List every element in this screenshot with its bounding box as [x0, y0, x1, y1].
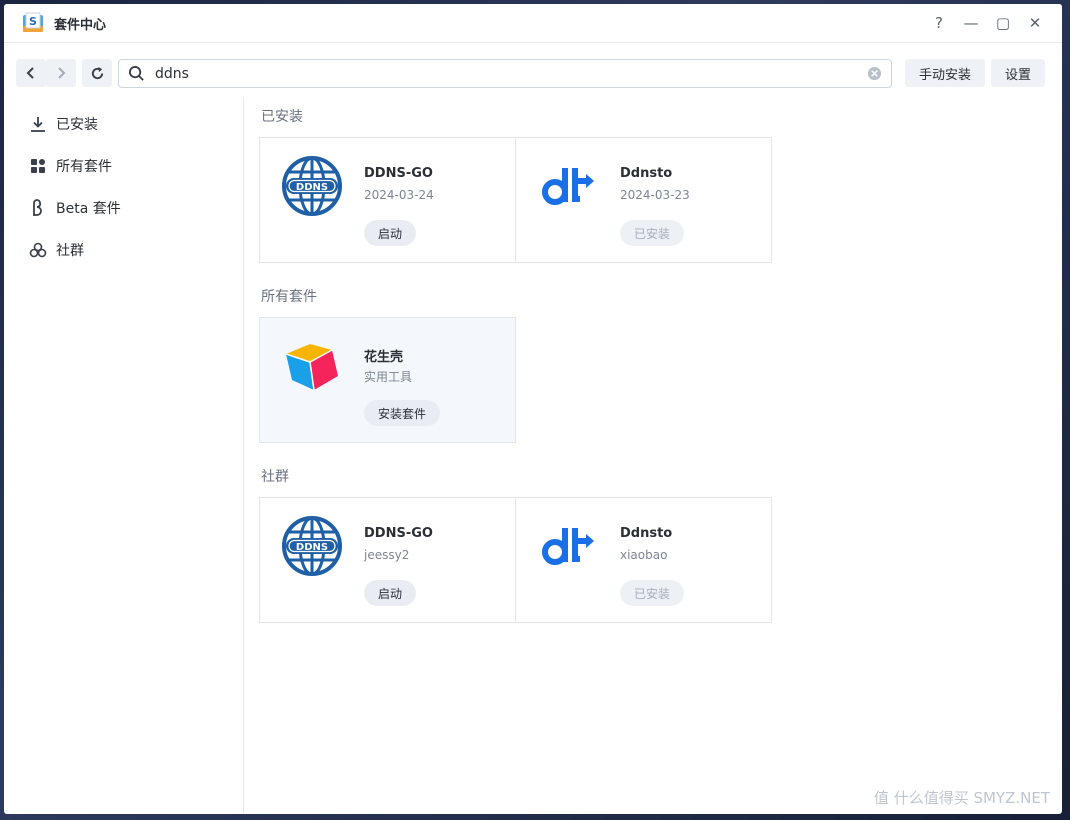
section-title-all-packages: 所有套件	[261, 289, 317, 305]
settings-button[interactable]: 设置	[991, 59, 1045, 87]
cube-logo	[280, 334, 344, 398]
search-icon	[128, 65, 144, 81]
grid-icon	[28, 156, 48, 176]
section-title-installed: 已安装	[261, 109, 303, 125]
refresh-button[interactable]	[82, 59, 112, 87]
ddns-globe-logo: DDNS	[280, 514, 344, 578]
toolbar: 手动安装 设置	[4, 43, 1062, 97]
window-title: 套件中心	[54, 18, 107, 33]
download-icon	[28, 114, 48, 134]
chevron-right-icon	[58, 67, 66, 79]
start-button[interactable]: 启动	[364, 220, 417, 246]
watermark: 值 什么值得买 SMYZ.NET	[873, 789, 1050, 807]
minimize-button[interactable]: —	[960, 12, 982, 34]
search-box	[118, 59, 892, 88]
package-date: 2024-03-23	[620, 188, 690, 202]
close-button[interactable]: ✕	[1024, 12, 1046, 34]
package-author: xiaobao	[620, 548, 668, 562]
search-input[interactable]	[153, 63, 857, 85]
package-date: 2024-03-24	[364, 188, 434, 202]
help-button[interactable]: ?	[928, 12, 950, 34]
svg-text:DDNS: DDNS	[296, 182, 328, 193]
forward-button[interactable]	[46, 59, 76, 87]
package-center-icon: S	[22, 12, 44, 34]
maximize-button[interactable]: ▢	[992, 12, 1014, 34]
manual-install-button[interactable]: 手动安装	[905, 59, 985, 87]
package-card-ddns-go-installed[interactable]: DDNS DDNS-GO 2024-03-24 启动	[259, 137, 516, 263]
installed-status-button: 已安装	[620, 580, 685, 606]
ddns-globe-logo: DDNS	[280, 154, 344, 218]
install-package-button[interactable]: 安装套件	[364, 400, 441, 426]
package-card-ddnsto-installed[interactable]: Ddnsto 2024-03-23 已安装	[515, 137, 772, 263]
svg-text:DDNS: DDNS	[296, 542, 328, 553]
refresh-icon	[91, 66, 103, 79]
back-button[interactable]	[16, 59, 46, 87]
package-name: Ddnsto	[620, 166, 673, 181]
sidebar-item-community[interactable]: 社群	[14, 233, 234, 267]
sidebar-item-label: 所有套件	[56, 159, 112, 175]
dt-logo	[536, 514, 600, 578]
section-title-community: 社群	[261, 469, 289, 485]
community-icon	[28, 240, 48, 260]
package-card-oray[interactable]: 花生壳 实用工具 安装套件	[259, 317, 516, 443]
sidebar: 已安装 所有套件 Beta 套件 社群	[4, 97, 244, 814]
sidebar-item-label: 已安装	[56, 117, 98, 133]
sidebar-item-all-packages[interactable]: 所有套件	[14, 149, 234, 183]
dt-logo	[536, 154, 600, 218]
chevron-left-icon	[26, 67, 34, 79]
installed-status-button: 已安装	[620, 220, 685, 246]
beta-icon	[28, 198, 48, 218]
package-card-ddnsto-community[interactable]: Ddnsto xiaobao 已安装	[515, 497, 772, 623]
package-name: Ddnsto	[620, 526, 673, 541]
package-card-ddns-go-community[interactable]: DDNS DDNS-GO jeessy2 启动	[259, 497, 516, 623]
sidebar-item-installed[interactable]: 已安装	[14, 107, 234, 141]
sidebar-item-beta[interactable]: Beta 套件	[14, 191, 234, 225]
package-center-window: S 套件中心 ? — ▢ ✕ 手动安装 设置 已	[4, 4, 1062, 814]
start-button[interactable]: 启动	[364, 580, 417, 606]
package-name: 花生壳	[364, 350, 404, 365]
clear-search-icon[interactable]	[867, 66, 882, 81]
title-bar: S 套件中心 ? — ▢ ✕	[4, 4, 1062, 43]
package-category: 实用工具	[364, 370, 413, 384]
package-author: jeessy2	[364, 548, 410, 562]
package-name: DDNS-GO	[364, 166, 433, 181]
sidebar-item-label: Beta 套件	[56, 201, 121, 217]
package-name: DDNS-GO	[364, 526, 433, 541]
svg-text:S: S	[29, 15, 37, 28]
sidebar-item-label: 社群	[56, 243, 84, 259]
